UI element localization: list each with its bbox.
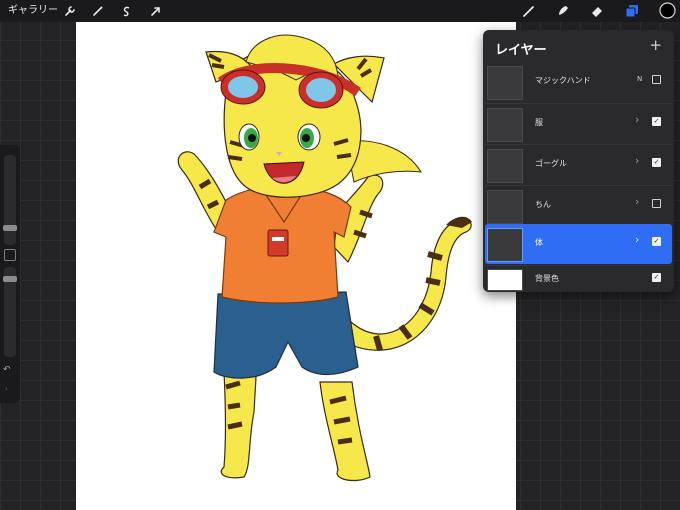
visibility-checkbox[interactable]: ✓ <box>652 117 661 126</box>
transform-arrow-icon[interactable] <box>148 3 164 19</box>
layer-row-magic-hand[interactable]: マジックハンド N <box>485 62 672 102</box>
modify-button[interactable] <box>4 249 16 261</box>
redo-icon[interactable]: › <box>5 385 8 393</box>
layer-name: 背景色 <box>535 274 559 283</box>
layer-row-clothes[interactable]: 服 › ✓ <box>485 103 672 144</box>
layer-name: 体 <box>535 238 543 247</box>
layer-thumbnail <box>487 190 523 224</box>
add-layer-button[interactable]: + <box>649 37 662 53</box>
blend-mode-label[interactable]: N <box>637 75 642 83</box>
layer-row-body[interactable]: 体 › ✓ <box>485 224 672 264</box>
layer-thumbnail <box>487 66 523 100</box>
layer-name: ゴーグル <box>535 159 567 168</box>
layer-thumbnail <box>487 108 523 142</box>
chevron-right-icon[interactable]: › <box>635 195 639 208</box>
layer-thumbnail <box>487 228 523 262</box>
layer-row-chin[interactable]: ちん › <box>485 185 672 226</box>
layer-thumbnail <box>487 269 523 291</box>
visibility-checkbox[interactable]: ✓ <box>652 273 661 282</box>
cat-character-artwork <box>177 34 472 482</box>
selection-icon[interactable] <box>118 3 134 19</box>
layers-icon[interactable] <box>624 3 640 19</box>
visibility-checkbox[interactable]: ✓ <box>652 158 661 167</box>
undo-icon[interactable]: ↶ <box>3 365 11 375</box>
layer-row-goggles[interactable]: ゴーグル › ✓ <box>485 144 672 185</box>
drawing-canvas[interactable] <box>76 22 516 510</box>
visibility-checkbox[interactable]: ✓ <box>652 237 661 246</box>
color-swatch-icon[interactable] <box>659 2 676 19</box>
layer-row-background-color[interactable]: 背景色 ✓ <box>485 265 672 292</box>
eraser-icon[interactable] <box>589 3 605 19</box>
magic-wand-icon[interactable] <box>90 3 106 19</box>
chevron-right-icon[interactable]: › <box>635 113 639 126</box>
layer-name: 服 <box>535 118 543 127</box>
brush-size-slider[interactable] <box>4 155 16 245</box>
gallery-button[interactable]: ギャラリー <box>8 3 58 19</box>
brush-size-handle[interactable] <box>3 225 17 231</box>
chevron-right-icon[interactable]: › <box>635 154 639 167</box>
layers-panel-title: レイヤー <box>495 43 547 58</box>
brush-icon[interactable] <box>521 3 537 19</box>
opacity-handle[interactable] <box>3 276 17 282</box>
visibility-checkbox[interactable] <box>652 75 661 84</box>
layer-name: マジックハンド <box>535 76 591 85</box>
visibility-checkbox[interactable] <box>652 199 661 208</box>
side-slider-bar: ↶ › <box>0 145 20 403</box>
top-toolbar: ギャラリー <box>0 0 680 22</box>
smudge-icon[interactable] <box>555 3 571 19</box>
layer-thumbnail <box>487 149 523 183</box>
wrench-icon[interactable] <box>62 3 78 19</box>
layer-name: ちん <box>535 200 551 209</box>
chevron-right-icon[interactable]: › <box>635 233 639 246</box>
layers-panel: レイヤー + マジックハンド N 服 › ✓ ゴーグル › ✓ ちん › 体 ›… <box>483 30 674 292</box>
